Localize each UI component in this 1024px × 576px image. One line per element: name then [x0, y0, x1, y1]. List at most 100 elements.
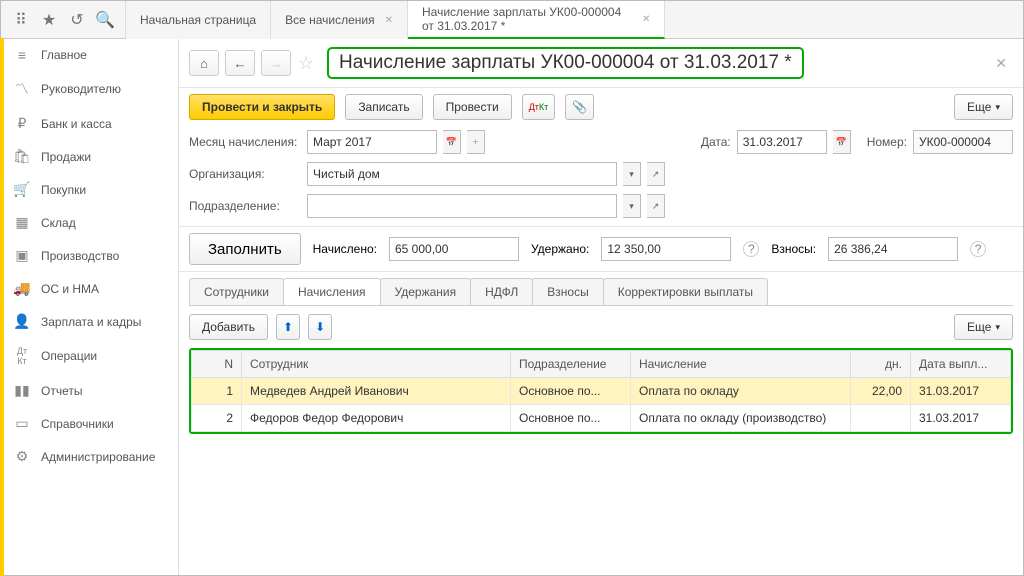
subtab-content: Добавить ⬆ ⬇ Еще ▾ — [189, 305, 1013, 348]
sidebar-item-main[interactable]: ≡Главное — [1, 39, 178, 71]
sidebar-item-label: Склад — [41, 216, 76, 230]
sidebar-item-bank[interactable]: ₽Банк и касса — [1, 107, 178, 140]
sidebar-item-label: Руководителю — [41, 82, 121, 96]
ruble-icon: ₽ — [13, 115, 31, 132]
tab-label: Начальная страница — [140, 13, 256, 27]
topbar: ⠿ ★ ↺ 🔍 Начальная страница Все начислени… — [1, 1, 1023, 39]
accrued-field: 65 000,00 — [389, 237, 519, 261]
chart-icon: 〽 — [13, 79, 31, 99]
cell-paydate: 31.03.2017 — [911, 378, 1011, 405]
favorite-icon[interactable]: ☆ — [297, 53, 315, 74]
history-icon[interactable]: ↺ — [63, 6, 91, 34]
sidebar-item-label: Покупки — [41, 183, 86, 197]
more-button[interactable]: Еще ▾ — [954, 94, 1013, 120]
month-row: Месяц начисления: Март 2017 📅 ÷ Дата: 31… — [179, 126, 1023, 158]
date-picker-button[interactable]: 📅 — [833, 130, 851, 154]
dtkt-icon: ДтКт — [13, 346, 31, 366]
post-and-close-button[interactable]: Провести и закрыть — [189, 94, 335, 120]
tab-home[interactable]: Начальная страница — [126, 1, 271, 39]
table-more-button[interactable]: Еще ▾ — [954, 314, 1013, 340]
sidebar-item-label: Операции — [41, 349, 97, 363]
attach-button[interactable]: 📎 — [565, 94, 594, 120]
dtkt-button[interactable]: ДтКт — [522, 94, 556, 120]
org-open-button[interactable]: ↗ — [647, 162, 665, 186]
tabs: Начальная страница Все начисления ✕ Начи… — [126, 1, 665, 38]
fill-button[interactable]: Заполнить — [189, 233, 301, 265]
close-icon[interactable]: ✕ — [385, 15, 393, 26]
col-dept[interactable]: Подразделение — [511, 351, 631, 378]
month-label: Месяц начисления: — [189, 135, 301, 149]
cell-days — [851, 405, 911, 432]
help-icon[interactable]: ? — [743, 241, 759, 257]
forward-button[interactable]: → — [261, 50, 291, 76]
apps-icon[interactable]: ⠿ — [7, 6, 35, 34]
table-header-row: N Сотрудник Подразделение Начисление дн.… — [192, 351, 1011, 378]
subtab-corrections[interactable]: Корректировки выплаты — [603, 278, 768, 305]
table-row[interactable]: 2 Федоров Федор Федорович Основное по...… — [192, 405, 1011, 432]
tab-document[interactable]: Начисление зарплаты УК00-000004 от 31.03… — [408, 1, 665, 39]
sidebar-item-directories[interactable]: ▭Справочники — [1, 407, 178, 440]
add-button[interactable]: Добавить — [189, 314, 268, 340]
sidebar-item-admin[interactable]: ⚙Администрирование — [1, 440, 178, 473]
col-n[interactable]: N — [192, 351, 242, 378]
post-button[interactable]: Провести — [433, 94, 512, 120]
tab-label: Все начисления — [285, 13, 375, 27]
sidebar-item-sales[interactable]: 🛍Продажи — [1, 140, 178, 173]
sidebar-item-purchases[interactable]: 🛒Покупки — [1, 173, 178, 206]
move-down-button[interactable]: ⬇ — [308, 314, 332, 340]
sidebar-item-warehouse[interactable]: ▦Склад — [1, 206, 178, 239]
subtab-accruals[interactable]: Начисления — [283, 278, 381, 305]
month-spin-button[interactable]: ÷ — [467, 130, 485, 154]
tab-all-accruals[interactable]: Все начисления ✕ — [271, 1, 408, 39]
title-row: ⌂ ← → ☆ Начисление зарплаты УК00-000004 … — [179, 39, 1023, 88]
sidebar-item-reports[interactable]: ▮▮ Отчеты — [1, 374, 178, 407]
month-picker-button[interactable]: 📅 — [443, 130, 461, 154]
subtab-employees[interactable]: Сотрудники — [189, 278, 284, 305]
date-field[interactable]: 31.03.2017 — [737, 130, 827, 154]
close-button[interactable]: ✕ — [989, 55, 1013, 72]
col-employee[interactable]: Сотрудник — [242, 351, 511, 378]
help-icon[interactable]: ? — [970, 241, 986, 257]
document-toolbar: Провести и закрыть Записать Провести ДтК… — [179, 88, 1023, 126]
sidebar-item-label: Зарплата и кадры — [41, 315, 141, 329]
org-field[interactable]: Чистый дом — [307, 162, 617, 186]
home-button[interactable]: ⌂ — [189, 50, 219, 76]
tab-label: Начисление зарплаты УК00-000004 от 31.03… — [422, 5, 632, 34]
dept-dropdown-button[interactable]: ▾ — [623, 194, 641, 218]
sidebar-item-label: Отчеты — [41, 384, 82, 398]
accrued-label: Начислено: — [313, 242, 377, 256]
move-up-button[interactable]: ⬆ — [276, 314, 300, 340]
cell-accrual: Оплата по окладу (производство) — [631, 405, 851, 432]
save-button[interactable]: Записать — [345, 94, 422, 120]
org-dropdown-button[interactable]: ▾ — [623, 162, 641, 186]
table-wrap: N Сотрудник Подразделение Начисление дн.… — [189, 348, 1013, 434]
sidebar-item-operations[interactable]: ДтКт Операции — [1, 338, 178, 374]
sidebar-accent — [0, 38, 4, 576]
col-days[interactable]: дн. — [851, 351, 911, 378]
sidebar-item-payroll[interactable]: 👤Зарплата и кадры — [1, 305, 178, 338]
dept-open-button[interactable]: ↗ — [647, 194, 665, 218]
back-button[interactable]: ← — [225, 50, 255, 76]
main: ≡Главное 〽 Руководителю ₽Банк и касса 🛍Пр… — [1, 39, 1023, 575]
accruals-table: N Сотрудник Подразделение Начисление дн.… — [191, 350, 1011, 432]
subtab-ndfl[interactable]: НДФЛ — [470, 278, 533, 305]
col-accrual[interactable]: Начисление — [631, 351, 851, 378]
subtab-contrib[interactable]: Взносы — [532, 278, 603, 305]
cell-accrual: Оплата по окладу — [631, 378, 851, 405]
contrib-field: 26 386,24 — [828, 237, 958, 261]
dept-field[interactable] — [307, 194, 617, 218]
sidebar-item-production[interactable]: ▣Производство — [1, 239, 178, 272]
sidebar-item-assets[interactable]: 🚚ОС и НМА — [1, 272, 178, 305]
content: ⌂ ← → ☆ Начисление зарплаты УК00-000004 … — [179, 39, 1023, 575]
month-field[interactable]: Март 2017 — [307, 130, 437, 154]
bars-icon: ▮▮ — [13, 382, 31, 399]
sidebar-item-label: ОС и НМА — [41, 282, 99, 296]
col-paydate[interactable]: Дата выпл... — [911, 351, 1011, 378]
close-icon[interactable]: ✕ — [642, 14, 650, 25]
table-row[interactable]: 1 Медведев Андрей Иванович Основное по..… — [192, 378, 1011, 405]
search-icon[interactable]: 🔍 — [91, 6, 119, 34]
cell-n: 2 — [192, 405, 242, 432]
sidebar-item-manager[interactable]: 〽 Руководителю — [1, 71, 178, 107]
star-icon[interactable]: ★ — [35, 6, 63, 34]
subtab-withholdings[interactable]: Удержания — [380, 278, 472, 305]
